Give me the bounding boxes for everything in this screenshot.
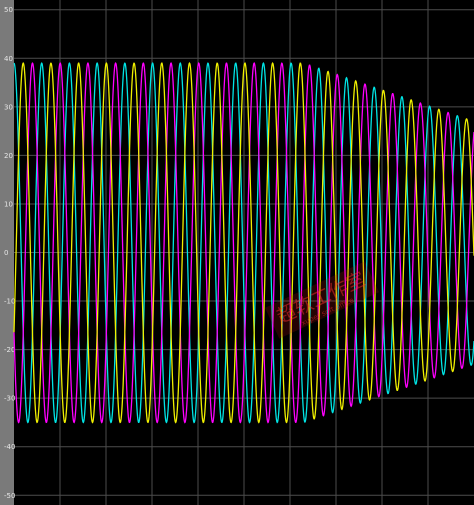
y-tick-label: 30 — [4, 103, 13, 111]
y-tick-label: -40 — [4, 443, 15, 451]
y-tick-label: -20 — [4, 346, 15, 354]
y-tick-label: 40 — [4, 55, 13, 63]
y-tick-label: -30 — [4, 395, 15, 403]
y-tick-label: 0 — [4, 249, 8, 257]
y-tick-label: 20 — [4, 152, 13, 160]
waveform-chart: -50-40-30-20-1001020304050 超软工作室 xuper s… — [0, 0, 474, 505]
scope-plot: -50 -40 -30 -20 -10 0 10 20 30 40 50 超软工作室 xuper s… — [0, 0, 474, 505]
y-tick-label: 50 — [4, 6, 13, 14]
y-tick-label: -10 — [4, 298, 15, 306]
y-tick-label: -50 — [4, 492, 15, 500]
y-tick-label: 10 — [4, 200, 13, 208]
